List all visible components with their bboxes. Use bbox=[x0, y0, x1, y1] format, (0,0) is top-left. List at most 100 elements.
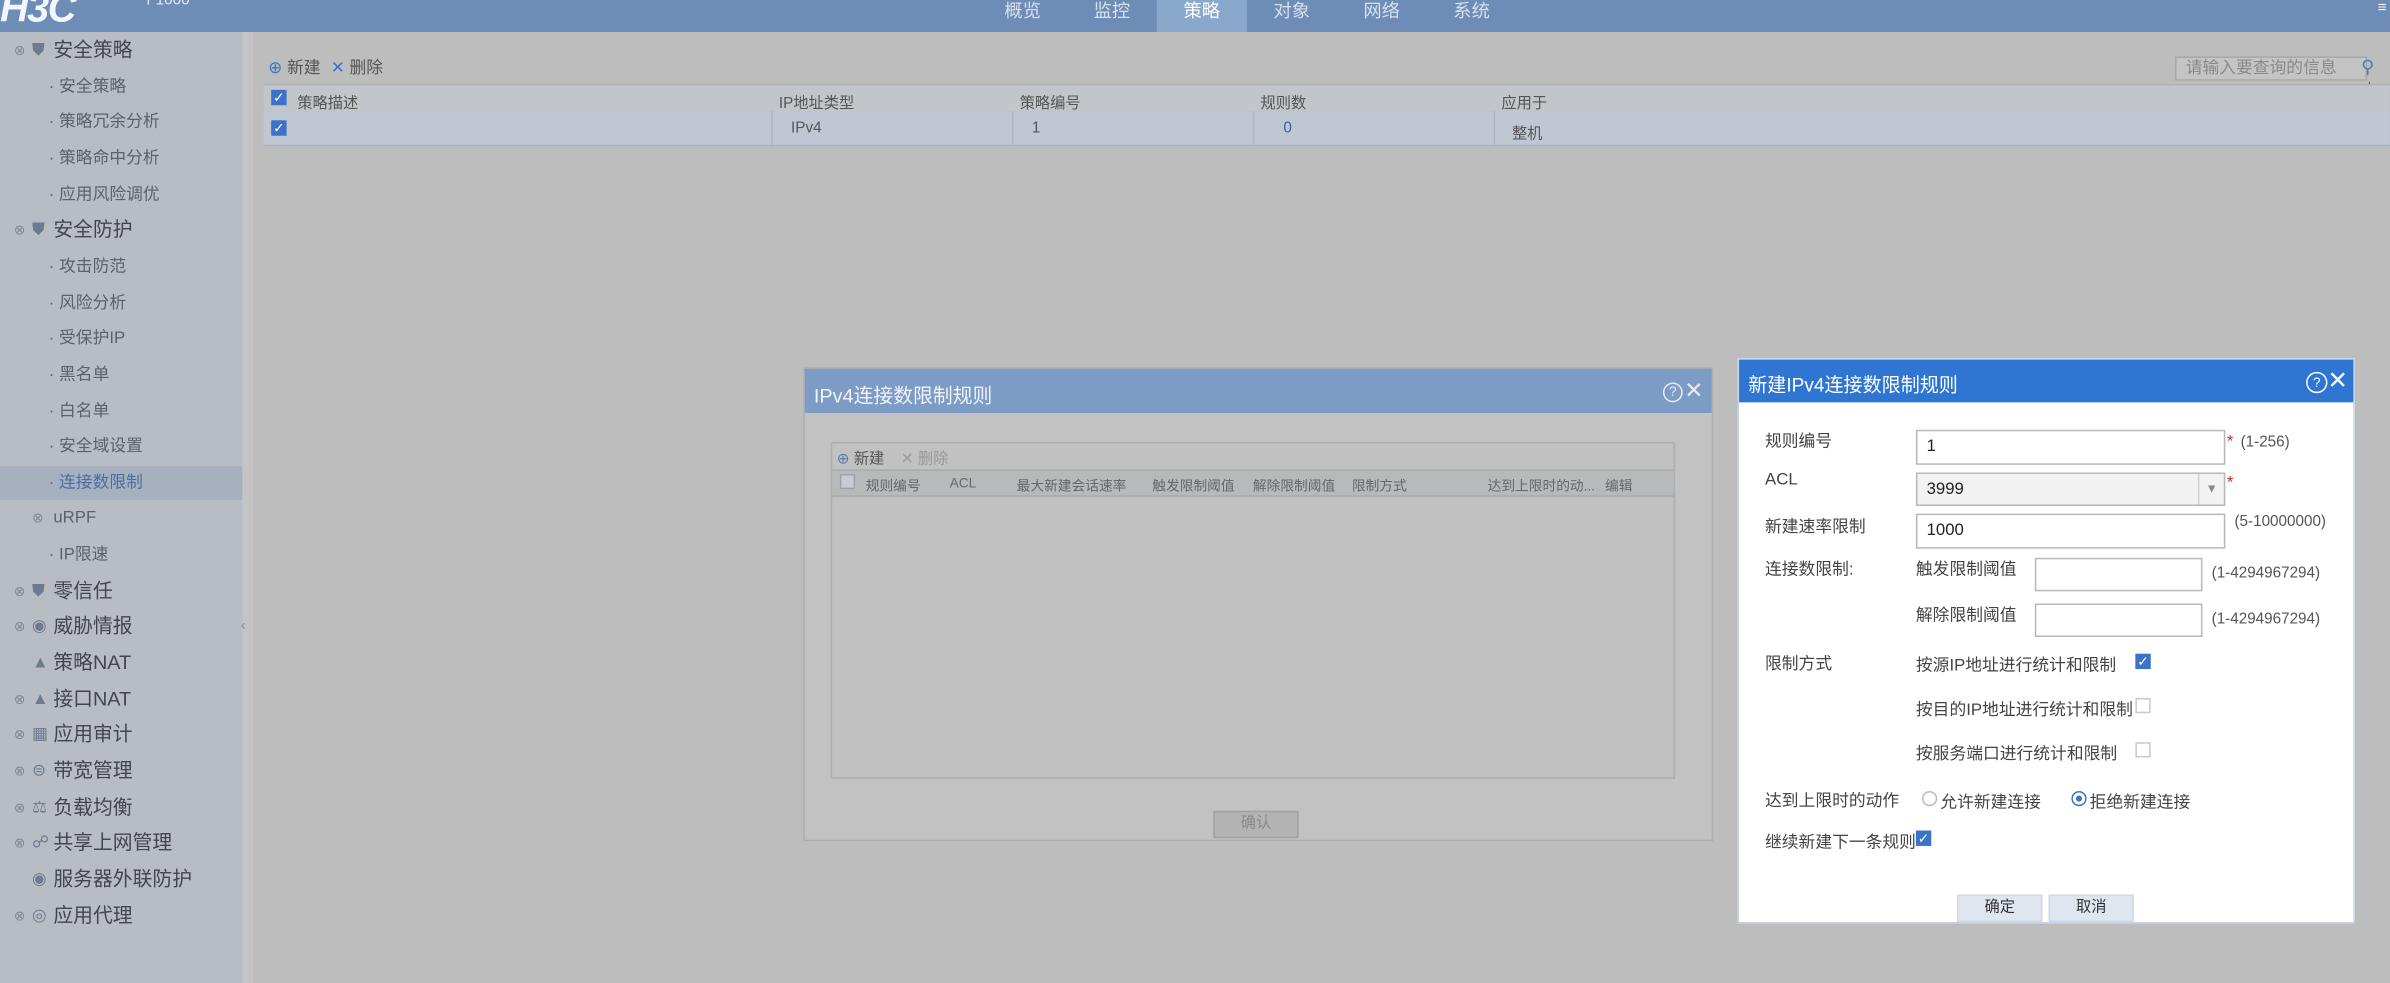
action-allow-radio[interactable] bbox=[1922, 790, 1938, 807]
nav-tab-overview[interactable]: 概览 bbox=[979, 0, 1067, 32]
rules-confirm-button[interactable]: 确认 bbox=[1213, 810, 1299, 839]
cancel-button[interactable]: 取消 bbox=[2048, 894, 2134, 923]
acl-select[interactable]: 3999 ▼ bbox=[1915, 472, 2226, 506]
expand-toggle-icon[interactable]: ⊗ bbox=[14, 754, 26, 788]
rule-no-hint: (1-256) bbox=[2240, 434, 2290, 452]
sidebar-item[interactable]: ⊗ uRPF bbox=[0, 502, 242, 536]
col-release[interactable]: 解除限制阈值 bbox=[1253, 475, 1335, 495]
search-input[interactable]: 请输入要查询的信息 bbox=[2175, 56, 2368, 81]
expand-toggle-icon[interactable]: ⊗ bbox=[14, 610, 26, 644]
sidebar-item[interactable]: · 受保护IP bbox=[0, 322, 242, 356]
expand-toggle-icon[interactable]: ⊗ bbox=[14, 899, 26, 933]
col-header-policy-no[interactable]: 策略编号 bbox=[1020, 90, 1081, 113]
nav-tab-network[interactable]: 网络 bbox=[1337, 0, 1427, 32]
col-action[interactable]: 达到上限时的动... bbox=[1488, 475, 1595, 495]
sidebar-item-label: 零信任 bbox=[53, 578, 113, 602]
sidebar-item-label: 策略命中分析 bbox=[59, 149, 160, 168]
rules-delete-button[interactable]: ✕ 删除 bbox=[901, 445, 949, 468]
sidebar-item[interactable]: ◉ 服务器外联防护 bbox=[0, 862, 242, 896]
expand-toggle-icon[interactable]: ⊗ bbox=[14, 790, 26, 824]
continue-new-checkbox[interactable]: ✓ bbox=[1915, 830, 1932, 846]
rules-select-all-checkbox[interactable] bbox=[839, 473, 856, 490]
help-icon[interactable]: ? bbox=[1662, 382, 1683, 403]
bullet-dot: · bbox=[48, 329, 60, 348]
sidebar-item[interactable]: ⊗ ⛊ 安全策略 bbox=[0, 34, 242, 68]
expand-toggle-icon[interactable]: ⊗ bbox=[14, 826, 26, 860]
menu-icon[interactable]: ≡ bbox=[2378, 0, 2387, 17]
col-header-apply-to[interactable]: 应用于 bbox=[1501, 90, 1547, 113]
sidebar-item[interactable]: · 连接数限制 bbox=[0, 466, 243, 500]
menu-category-icon: ⛊ bbox=[32, 581, 45, 601]
sidebar-item[interactable]: ⊗ ▦ 应用审计 bbox=[0, 718, 242, 752]
mode-service-port-checkbox[interactable] bbox=[2135, 742, 2151, 758]
nav-tab-policy[interactable]: 策略 bbox=[1156, 0, 1247, 33]
sidebar-item[interactable]: · 攻击防范 bbox=[0, 250, 242, 284]
col-max-rate[interactable]: 最大新建会话速率 bbox=[1017, 475, 1127, 495]
required-mark: * bbox=[2226, 432, 2234, 452]
col-mode[interactable]: 限制方式 bbox=[1352, 475, 1407, 495]
sidebar-item[interactable]: · 安全域设置 bbox=[0, 430, 242, 464]
menu-category-icon: ◎ bbox=[32, 906, 47, 925]
nav-tab-monitor[interactable]: 监控 bbox=[1067, 0, 1157, 32]
sidebar-item[interactable]: ⊗ ⛊ 零信任 bbox=[0, 574, 242, 608]
rules-panel: ⊕ 新建 ✕ 删除 规则编号 ACL 最大新建会话速率 触发限制阈值 解除限制阈… bbox=[830, 441, 1676, 779]
expand-toggle-icon[interactable]: ⊗ bbox=[14, 682, 26, 716]
chevron-down-icon[interactable]: ▼ bbox=[2197, 473, 2224, 505]
rules-dialog-title: IPv4连接数限制规则 bbox=[813, 384, 993, 407]
sidebar-item[interactable]: · 策略命中分析 bbox=[0, 142, 242, 176]
col-rule-no[interactable]: 规则编号 bbox=[866, 475, 921, 495]
col-header-desc[interactable]: 策略描述 bbox=[297, 90, 358, 113]
cell-rule-count-link[interactable]: 0 bbox=[1283, 120, 1291, 137]
sidebar-item[interactable]: ⊗ ⛊ 安全防护 bbox=[0, 214, 242, 248]
release-threshold-input[interactable] bbox=[2034, 603, 2203, 638]
rules-new-button[interactable]: ⊕ 新建 bbox=[837, 445, 885, 468]
col-header-ip-type[interactable]: IP地址类型 bbox=[779, 90, 854, 113]
expand-toggle-icon[interactable]: ⊗ bbox=[32, 502, 44, 536]
sidebar-item[interactable]: · 安全策略 bbox=[0, 69, 242, 103]
close-icon[interactable]: ✕ bbox=[2327, 366, 2347, 396]
confirm-button[interactable]: 确定 bbox=[1957, 894, 2043, 923]
close-icon[interactable]: ✕ bbox=[1684, 376, 1703, 404]
expand-toggle-icon[interactable]: ⊗ bbox=[14, 574, 26, 608]
mode-src-ip-checkbox[interactable]: ✓ bbox=[2135, 653, 2151, 670]
mode-dst-ip-checkbox[interactable] bbox=[2135, 697, 2151, 714]
sidebar-item[interactable]: · IP限速 bbox=[0, 538, 242, 572]
table-row[interactable]: ✓ IPv4 1 0 整机 bbox=[263, 111, 2390, 147]
delete-button[interactable]: ✕ 删除 bbox=[331, 58, 383, 79]
bullet-dot: · bbox=[48, 185, 60, 204]
sidebar-item[interactable]: ⊗ ⚖ 负载均衡 bbox=[0, 790, 242, 824]
col-trigger[interactable]: 触发限制阈值 bbox=[1152, 475, 1234, 495]
acl-selected-value: 3999 bbox=[1926, 480, 1964, 499]
select-all-checkbox[interactable]: ✓ bbox=[271, 89, 287, 106]
sidebar-item[interactable]: · 应用风险调优 bbox=[0, 178, 242, 212]
sidebar-item[interactable]: ⊗ ☍ 共享上网管理 bbox=[0, 826, 242, 860]
expand-toggle-icon[interactable]: ⊗ bbox=[14, 718, 26, 752]
col-header-rule-count[interactable]: 规则数 bbox=[1261, 90, 1307, 113]
nav-tab-system[interactable]: 系统 bbox=[1427, 0, 1517, 32]
sidebar-item[interactable]: · 策略冗余分析 bbox=[0, 106, 242, 140]
action-deny-radio[interactable] bbox=[2071, 790, 2087, 807]
bullet-dot: · bbox=[48, 545, 60, 565]
sidebar-item[interactable]: · 白名单 bbox=[0, 394, 242, 428]
expand-toggle-icon[interactable]: ⊗ bbox=[14, 34, 26, 68]
new-button[interactable]: ⊕ 新建 bbox=[268, 58, 320, 79]
rate-limit-input[interactable]: 1000 bbox=[1915, 513, 2226, 549]
col-acl[interactable]: ACL bbox=[950, 475, 977, 490]
sidebar-collapse-icon[interactable]: ‹ bbox=[241, 617, 246, 632]
bullet-dot: · bbox=[48, 437, 60, 456]
sidebar-item[interactable]: ▲ 策略NAT bbox=[0, 646, 242, 680]
help-icon[interactable]: ? bbox=[2306, 371, 2328, 394]
sidebar-item[interactable]: ⊗ ⊜ 带宽管理 bbox=[0, 754, 242, 788]
sidebar-item[interactable]: ⊗ ▲ 接口NAT bbox=[0, 682, 242, 716]
expand-toggle-icon[interactable]: ⊗ bbox=[14, 214, 26, 248]
sidebar-item-label: 风险分析 bbox=[59, 293, 127, 312]
nav-tab-object[interactable]: 对象 bbox=[1247, 0, 1337, 32]
sidebar-item[interactable]: ⊗ ◎ 应用代理 bbox=[0, 899, 242, 933]
sidebar-item[interactable]: · 风险分析 bbox=[0, 286, 242, 320]
col-edit[interactable]: 编辑 bbox=[1605, 475, 1632, 495]
sidebar-item[interactable]: · 黑名单 bbox=[0, 358, 242, 392]
row-checkbox[interactable]: ✓ bbox=[271, 120, 287, 136]
trigger-threshold-input[interactable] bbox=[2034, 557, 2203, 592]
sidebar-item[interactable]: ⊗ ◉ 威胁情报 bbox=[0, 610, 242, 644]
rule-no-input[interactable]: 1 bbox=[1915, 429, 2226, 465]
